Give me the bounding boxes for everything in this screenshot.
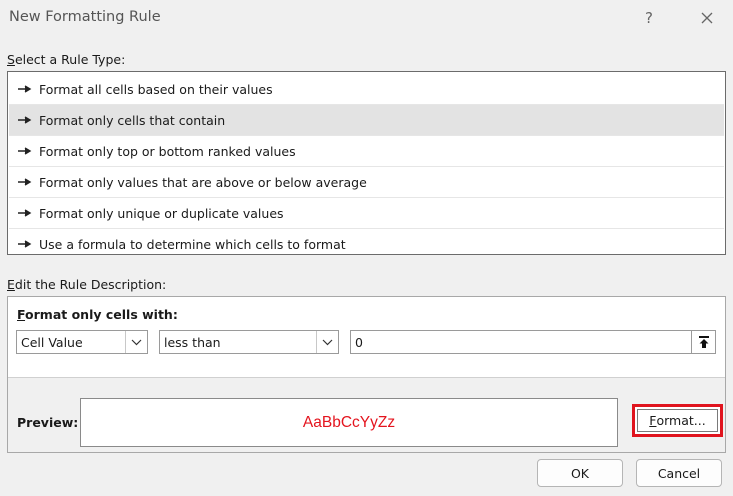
format-cells-header: Format only cells with: — [17, 307, 178, 322]
title-bar: New Formatting Rule ? — [0, 0, 733, 36]
rule-item-formula[interactable]: Use a formula to determine which cells t… — [9, 229, 724, 259]
ok-button[interactable]: OK — [537, 459, 623, 487]
condition-type-select[interactable]: Cell Value — [16, 330, 148, 354]
rule-item-label: Format only unique or duplicate values — [39, 205, 284, 221]
rule-item-unique-duplicate[interactable]: Format only unique or duplicate values — [9, 198, 724, 229]
condition-type-value: Cell Value — [21, 335, 83, 350]
rule-description-panel: Format only cells with: Cell Value less … — [7, 296, 726, 453]
condition-area: Format only cells with: Cell Value less … — [8, 297, 725, 378]
range-select-icon — [698, 336, 709, 348]
format-button-face[interactable]: Format... — [637, 409, 718, 432]
cancel-button[interactable]: Cancel — [636, 459, 722, 487]
rule-item-label: Format only top or bottom ranked values — [39, 143, 296, 159]
rule-item-above-below-average[interactable]: Format only values that are above or bel… — [9, 167, 724, 198]
collapse-dialog-button[interactable] — [691, 330, 716, 354]
chevron-down-icon[interactable] — [316, 331, 338, 353]
rule-description-label: Edit the Rule Description: — [7, 277, 167, 292]
preview-label: Preview: — [17, 415, 79, 430]
rule-item-cells-contain[interactable]: Format only cells that contain — [9, 105, 724, 136]
arrow-icon — [18, 178, 32, 186]
value-input[interactable]: 0 — [350, 330, 696, 354]
value-text: 0 — [355, 335, 363, 350]
arrow-icon — [18, 209, 32, 217]
operator-value: less than — [164, 335, 221, 350]
rule-item-label: Format only cells that contain — [39, 112, 226, 128]
arrow-icon — [18, 85, 32, 93]
format-button[interactable]: Format... — [632, 404, 723, 437]
rule-item-label: Format only values that are above or bel… — [39, 174, 367, 190]
rule-item-label: Format all cells based on their values — [39, 81, 273, 97]
arrow-icon — [18, 116, 32, 124]
rule-item-label: Use a formula to determine which cells t… — [39, 236, 346, 252]
rule-type-list[interactable]: Format all cells based on their values F… — [7, 71, 726, 255]
rule-item-all-cells[interactable]: Format all cells based on their values — [9, 74, 724, 105]
preview-sample-text: AaBbCcYyZz — [302, 413, 396, 431]
help-button[interactable]: ? — [636, 6, 662, 30]
close-button[interactable] — [693, 6, 721, 30]
close-icon — [701, 12, 713, 24]
rule-item-top-bottom[interactable]: Format only top or bottom ranked values — [9, 136, 724, 167]
arrow-icon — [18, 240, 32, 248]
rule-type-label: Select a Rule Type: — [7, 52, 126, 67]
chevron-down-icon[interactable] — [125, 331, 147, 353]
operator-select[interactable]: less than — [159, 330, 339, 354]
preview-box: AaBbCcYyZz — [80, 398, 618, 447]
arrow-icon — [18, 147, 32, 155]
dialog-title: New Formatting Rule — [9, 9, 161, 25]
